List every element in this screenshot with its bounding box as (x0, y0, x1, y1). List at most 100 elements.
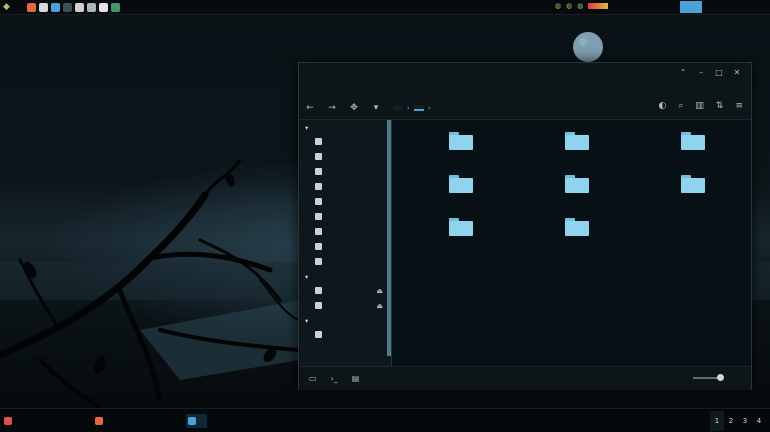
task-item-2[interactable] (95, 414, 106, 428)
keep-above-icon[interactable]: ⌃ (679, 68, 687, 77)
eject-icon[interactable]: ⏏ (376, 287, 383, 295)
maximize-icon[interactable]: □ (715, 68, 723, 77)
reload-icon[interactable] (110, 2, 120, 12)
drive-icon (315, 287, 322, 294)
file-item[interactable] (426, 218, 496, 240)
workspace-2[interactable]: 2 (724, 411, 738, 431)
tools-icon[interactable] (86, 2, 96, 12)
trash-icon (315, 258, 322, 265)
task-item-1[interactable] (4, 414, 15, 428)
quick-launcher (26, 2, 120, 12)
statusbar-icons: ▭ ›_ ▤ (309, 374, 359, 383)
folder-icon (565, 175, 589, 193)
tray-battery-icon[interactable]: ◍ (577, 2, 583, 10)
workspace-3[interactable]: 3 (738, 411, 752, 431)
folder-icon (449, 132, 473, 150)
terminal-icon[interactable] (62, 2, 72, 12)
sidebar-item-pictures[interactable] (299, 194, 391, 209)
file-item[interactable] (426, 175, 496, 197)
search-icon[interactable]: ⌕ (678, 101, 683, 111)
file-item[interactable] (426, 132, 496, 154)
file-manager-window: ⌃ – □ ✕ ← → ✥ ▾ › › ◐ ⌕ ▥ ⇅ ≡ ▾ ▾ ⏏ ⏏ ▾ … (298, 62, 752, 390)
info-panel-icon[interactable]: ▤ (352, 374, 360, 383)
sidebar-item-documents[interactable] (299, 164, 391, 179)
folder-icon (449, 218, 473, 236)
folder-icon (681, 175, 705, 193)
home-icon (315, 138, 322, 145)
videos-icon (315, 213, 322, 220)
settings-icon[interactable] (74, 2, 84, 12)
folder-icon (449, 175, 473, 193)
sidebar-toggle-icon[interactable]: ▭ (309, 374, 317, 383)
sidebar-item-network[interactable] (299, 327, 391, 342)
sidebar-scrollbar[interactable] (387, 120, 391, 356)
hamburger-menu-icon[interactable]: ≡ (735, 101, 743, 111)
sidebar-section-network[interactable]: ▾ (299, 313, 391, 327)
file-item[interactable] (542, 132, 612, 154)
app-menu[interactable]: ◆ (3, 2, 13, 12)
eject-icon[interactable]: ⏏ (376, 302, 383, 310)
split-icon[interactable]: ▥ (695, 101, 704, 111)
documents-icon (315, 168, 322, 175)
terminal-toggle-icon[interactable]: ›_ (331, 374, 338, 383)
image-icon[interactable] (98, 2, 108, 12)
sidebar-item-downloads[interactable] (299, 224, 391, 239)
places-sidebar: ▾ ▾ ⏏ ⏏ ▾ (299, 120, 391, 366)
window-controls: ⌃ – □ ✕ (679, 68, 741, 77)
sidebar-item-device-1[interactable]: ⏏ (299, 283, 391, 298)
task-item-3[interactable] (186, 414, 207, 428)
system-tray: ◍ ◍ ◍ (555, 2, 609, 10)
view-grid-icon[interactable]: ✥ (343, 103, 365, 113)
workspace-pager: 1 2 3 4 (710, 411, 766, 431)
sidebar-item-trash[interactable] (299, 254, 391, 269)
sort-icon[interactable]: ⇅ (716, 101, 724, 111)
files-icon[interactable] (50, 2, 60, 12)
firefox-icon[interactable] (26, 2, 36, 12)
file-item[interactable] (658, 175, 728, 197)
mail-icon[interactable] (38, 2, 48, 12)
sidebar-item-music[interactable] (299, 179, 391, 194)
close-icon[interactable]: ✕ (733, 68, 741, 77)
sidebar-item-desktop[interactable] (299, 149, 391, 164)
file-view (392, 120, 751, 366)
titlebar[interactable]: ⌃ – □ ✕ (299, 63, 751, 83)
file-item[interactable] (658, 132, 728, 154)
sidebar-item-recent[interactable] (299, 239, 391, 254)
forward-icon[interactable]: → (321, 103, 343, 113)
file-item[interactable] (542, 218, 612, 240)
breadcrumb-more-icon[interactable]: › (428, 104, 431, 112)
task-app-icon (95, 417, 103, 425)
desktop-icon (315, 153, 322, 160)
workspace-4[interactable]: 4 (752, 411, 766, 431)
sidebar-section-places[interactable]: ▾ (299, 120, 391, 134)
moon-shape (573, 32, 603, 62)
zoom-slider[interactable] (693, 374, 724, 381)
preview-icon[interactable]: ◐ (658, 101, 666, 111)
workspace-1[interactable]: 1 (710, 411, 724, 431)
breadcrumb-root[interactable] (393, 106, 403, 110)
sidebar-section-devices[interactable]: ▾ (299, 269, 391, 283)
breadcrumb-current[interactable] (413, 105, 424, 111)
sidebar-item-videos[interactable] (299, 209, 391, 224)
clock[interactable] (680, 1, 702, 13)
window-content: ▾ ▾ ⏏ ⏏ ▾ (299, 120, 751, 366)
zoom-slider-knob[interactable] (717, 374, 724, 381)
sidebar-item-device-2[interactable]: ⏏ (299, 298, 391, 313)
file-item[interactable] (542, 175, 612, 197)
breadcrumb-separator-icon: › (407, 104, 410, 112)
music-icon (315, 183, 322, 190)
collapse-icon: ▾ (305, 317, 309, 325)
back-icon[interactable]: ← (299, 103, 321, 113)
app-menu-icon: ◆ (3, 2, 10, 12)
desktop-wallpaper: ◆ ◍ ◍ ◍ ⌃ – □ ✕ ← → ✥ ▾ › › ◐ ⌕ ▥ ⇅ ≡ ▾ … (0, 0, 770, 432)
tray-meter (588, 3, 609, 9)
menubar (299, 83, 751, 97)
folder-icon (565, 218, 589, 236)
recent-icon (315, 243, 322, 250)
minimize-icon[interactable]: – (697, 68, 705, 77)
view-menu-icon[interactable]: ▾ (365, 103, 387, 113)
downloads-icon (315, 228, 322, 235)
tray-network-icon[interactable]: ◍ (555, 2, 561, 10)
tray-volume-icon[interactable]: ◍ (566, 2, 572, 10)
sidebar-item-home[interactable] (299, 134, 391, 149)
